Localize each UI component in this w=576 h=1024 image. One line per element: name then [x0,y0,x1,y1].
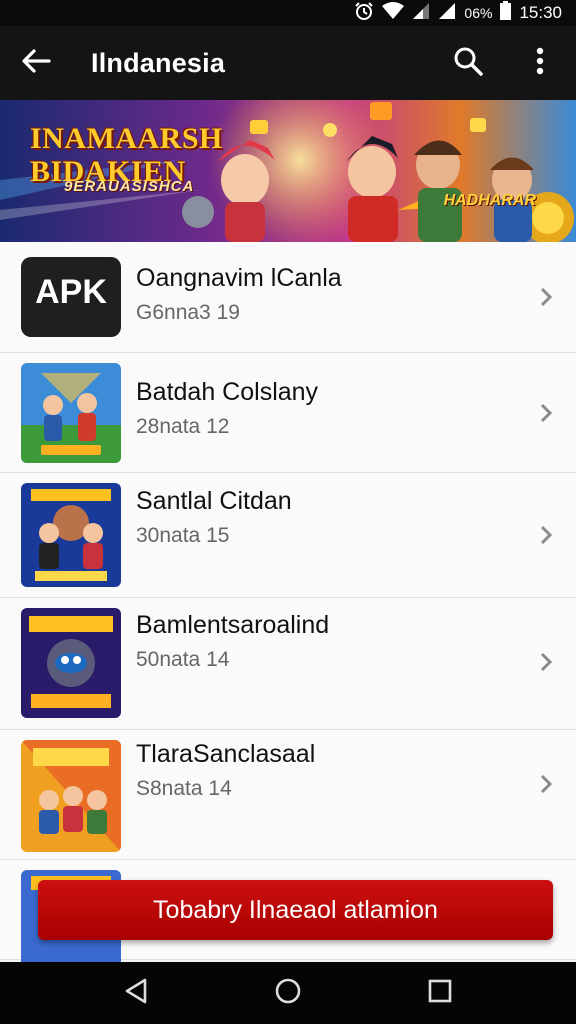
chevron-right-icon [538,285,554,309]
app-list: APK Oangnavim lCanla G6nna3 19 Batdah Co… [0,242,576,970]
wifi-icon [382,1,405,25]
list-item-title: Oangnavim lCanla [136,264,342,292]
system-nav-bar [0,962,576,1024]
banner-badge: HADHARAR [443,192,536,209]
list-item-text: Oangnavim lCanla G6nna3 19 [136,264,342,325]
battery-percent: 06% [464,5,493,21]
apk-icon: APK [21,257,121,337]
list-item-text: Batdah Colslany 28nata 12 [136,378,318,439]
page-title: Ilndanesia [91,47,226,78]
signal-icon [438,2,456,25]
status-time: 15:30 [519,3,562,22]
battery-icon [500,1,512,25]
list-item-title: TlaraSanclasaal [136,740,316,768]
more-vert-icon [536,47,544,80]
nav-recents-button[interactable] [410,962,470,1024]
list-item[interactable]: TlaraSanclasaal S8nata 14 [0,730,576,860]
banner-title-line-1: INAMAARSH [30,122,223,155]
apk-label: APK [35,273,107,311]
list-item-text: Santlal Citdan 30nata 15 [136,487,292,548]
list-item[interactable]: Batdah Colslany 28nata 12 [0,353,576,473]
home-circle-icon [274,977,302,1010]
game-thumbnail [21,483,121,587]
list-item-title: Bamlentsaroalind [136,611,330,639]
list-item-subtitle: 50nata 14 [136,648,230,671]
cta-button[interactable]: Tobabry Ilnaeaol atlamion [38,880,553,940]
back-button[interactable] [0,26,72,100]
list-item-subtitle: 30nata 15 [136,524,230,547]
banner-tagline: 9ERAUASISHCA [64,178,195,195]
promo-banner[interactable]: INAMAARSH BIDAKIEN 9ERAUASISHCA HADHARAR [0,100,576,242]
chevron-right-icon [538,650,554,674]
list-item-subtitle: 28nata 12 [136,415,230,438]
recents-square-icon [427,978,453,1009]
status-bar: 06% 15:30 [0,0,576,26]
list-item-subtitle: G6nna3 19 [136,301,240,324]
nav-back-button[interactable] [106,962,166,1024]
app-bar: Ilndanesia [0,26,576,100]
list-item-subtitle: S8nata 14 [136,777,232,800]
search-icon [453,46,483,81]
list-item-title: Batdah Colslany [136,378,319,406]
chevron-right-icon [538,523,554,547]
game-thumbnail [21,608,121,718]
list-item-text: TlaraSanclasaal S8nata 14 [136,740,315,801]
chevron-right-icon [538,401,554,425]
list-item[interactable]: APK Oangnavim lCanla G6nna3 19 [0,242,576,353]
nav-home-button[interactable] [258,962,318,1024]
search-button[interactable] [432,26,504,100]
list-item-title: Santlal Citdan [136,487,292,515]
list-item[interactable]: Bamlentsaroalind 50nata 14 [0,598,576,730]
back-triangle-icon [123,977,149,1010]
chevron-right-icon [538,772,554,796]
list-item-text: Bamlentsaroalind 50nata 14 [136,611,329,672]
more-options-button[interactable] [504,26,576,100]
signal-icon [412,2,430,25]
game-thumbnail [21,363,121,463]
alarm-icon [354,1,374,26]
arrow-left-icon [21,48,51,79]
list-item[interactable]: Santlal Citdan 30nata 15 [0,473,576,598]
game-thumbnail [21,740,121,852]
